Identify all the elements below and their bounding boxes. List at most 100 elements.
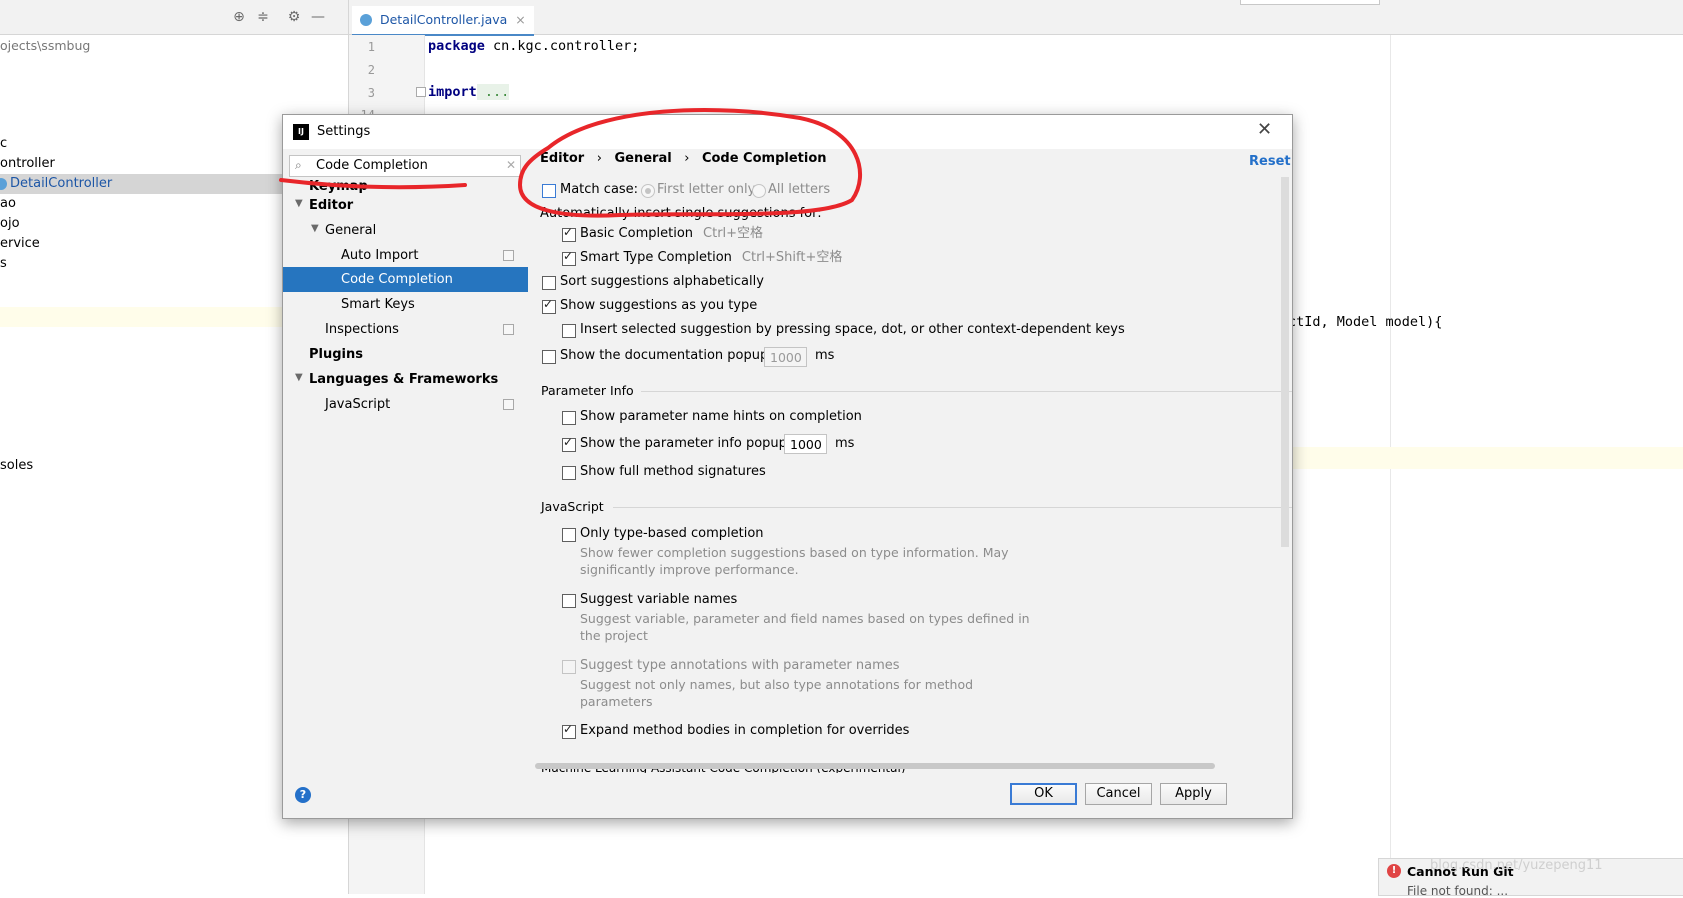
type-based-label: Only type-based completion (580, 526, 764, 541)
ms-label: ms (815, 348, 835, 363)
line-number: 1 (367, 40, 375, 54)
tree-item-smart-keys[interactable]: Smart Keys (341, 292, 415, 317)
show-as-you-type-checkbox[interactable] (542, 297, 556, 314)
notification-text: File not found: ... (1407, 884, 1509, 898)
tree-item-plugins[interactable]: Plugins (309, 342, 363, 367)
code-text: cn.kgc.controller; (484, 38, 640, 54)
code-fragment[interactable]: ctId, Model model){ (1288, 314, 1442, 330)
section-divider (613, 507, 1292, 508)
project-tree-item[interactable]: c (0, 134, 7, 154)
clear-search-icon[interactable]: ✕ (506, 158, 516, 172)
project-tree-item[interactable]: soles (0, 456, 33, 476)
basic-completion-checkbox[interactable] (562, 225, 576, 242)
type-based-description: Show fewer completion suggestions based … (580, 545, 1009, 560)
radio-first-letter[interactable] (641, 184, 655, 198)
full-signatures-label: Show full method signatures (580, 464, 766, 479)
tree-item-general[interactable]: General (325, 218, 376, 243)
breadcrumb-item: Editor (540, 151, 585, 166)
javascript-header: JavaScript (541, 499, 604, 514)
basic-shortcut: Ctrl+空格 (703, 226, 764, 241)
suggest-var-label: Suggest variable names (580, 592, 738, 607)
radio-all-letters[interactable] (752, 184, 766, 198)
ok-button[interactable]: OK (1010, 783, 1077, 805)
match-case-checkbox[interactable] (542, 184, 556, 198)
doc-popup-checkbox[interactable] (542, 350, 556, 364)
expand-bodies-label: Expand method bodies in completion for o… (580, 723, 910, 738)
project-tree-item[interactable]: s (0, 254, 7, 274)
param-popup-delay-input[interactable]: 1000 (784, 434, 827, 454)
horizontal-scrollbar[interactable] (535, 763, 1215, 769)
breadcrumb: Editor › General › Code Completion (540, 151, 827, 166)
sort-alpha-label: Sort suggestions alphabetically (560, 274, 764, 289)
ms-label: ms (835, 436, 855, 451)
editor-tab-bar (349, 0, 1683, 35)
match-case-label: Match case: (560, 182, 639, 197)
radio-first-letter-label: First letter only (657, 182, 756, 197)
settings-dialog: IJ Settings ✕ ⌕ Code Completion ✕ Keymap… (282, 114, 1293, 819)
code-line-1[interactable]: package cn.kgc.controller; (428, 38, 639, 54)
basic-completion-text: Basic Completion (580, 226, 694, 241)
doc-popup-delay-input[interactable]: 1000 (764, 347, 807, 367)
param-popup-checkbox[interactable] (562, 435, 576, 452)
help-icon[interactable]: ? (295, 787, 311, 803)
minimize-icon[interactable]: — (310, 9, 326, 25)
param-popup-label: Show the parameter info popup in (580, 436, 803, 451)
breadcrumb-separator: › (596, 151, 602, 166)
vertical-scrollbar[interactable] (1281, 177, 1289, 547)
reset-link[interactable]: Reset (1249, 154, 1291, 169)
suggest-var-checkbox[interactable] (562, 594, 576, 608)
expand-bodies-checkbox[interactable] (562, 722, 576, 739)
project-tree-item[interactable]: ao (0, 194, 16, 214)
smart-type-checkbox[interactable] (562, 249, 576, 266)
cancel-button[interactable]: Cancel (1085, 783, 1152, 805)
class-icon (0, 178, 7, 190)
project-tree-item-detailcontroller[interactable]: DetailController (0, 174, 112, 194)
collapse-icon[interactable]: ≑ (255, 9, 271, 25)
param-hints-label: Show parameter name hints on completion (580, 409, 862, 424)
chevron-down-icon[interactable]: ▼ (311, 223, 319, 234)
class-icon (360, 14, 372, 26)
tree-item-javascript[interactable]: JavaScript (325, 392, 390, 417)
suggest-var-description: Suggest variable, parameter and field na… (580, 611, 1030, 626)
param-hints-checkbox[interactable] (562, 411, 576, 425)
code-line-3[interactable]: import ... (428, 84, 510, 100)
project-scope-icon (503, 324, 514, 335)
line-number: 3 (367, 86, 375, 100)
settings-tree-panel (283, 149, 528, 769)
section-divider (641, 391, 1292, 392)
basic-completion-label: Basic Completion Ctrl+空格 (580, 226, 763, 242)
tree-item-code-completion[interactable]: Code Completion (283, 267, 528, 292)
close-tab-icon[interactable]: × (515, 12, 525, 27)
smart-type-text: Smart Type Completion (580, 250, 732, 265)
tree-item-editor[interactable]: Editor (309, 193, 353, 218)
doc-popup-label: Show the documentation popup in (560, 348, 785, 363)
project-tree-item[interactable]: ojo (0, 214, 20, 234)
apply-button[interactable]: Apply (1160, 783, 1227, 805)
parameter-info-header: Parameter Info (541, 383, 634, 398)
tree-item-languages[interactable]: Languages & Frameworks (309, 367, 498, 392)
fold-icon[interactable] (416, 87, 426, 97)
type-based-description: significantly improve performance. (580, 562, 799, 577)
project-scope-icon (503, 250, 514, 261)
search-input-value: Code Completion (316, 158, 428, 173)
sort-alpha-checkbox[interactable] (542, 276, 556, 290)
full-signatures-checkbox[interactable] (562, 466, 576, 480)
caret-row-highlight (1292, 447, 1683, 469)
project-tree-item[interactable]: ontroller (0, 154, 55, 174)
project-tree-item[interactable]: ervice (0, 234, 40, 254)
gear-icon[interactable]: ⚙ (286, 9, 302, 25)
tree-item-auto-import[interactable]: Auto Import (341, 243, 418, 268)
locate-icon[interactable]: ⊕ (231, 9, 247, 25)
insert-selected-checkbox[interactable] (562, 324, 576, 338)
tree-item-label: Code Completion (341, 272, 453, 287)
tree-item-inspections[interactable]: Inspections (325, 317, 399, 342)
chevron-down-icon[interactable]: ▼ (295, 198, 303, 209)
type-annotations-description: parameters (580, 694, 653, 709)
chevron-down-icon[interactable]: ▼ (295, 372, 303, 383)
type-based-checkbox[interactable] (562, 528, 576, 542)
editor-tab[interactable]: DetailController.java × (352, 6, 534, 36)
type-annotations-checkbox[interactable] (562, 660, 576, 674)
code-keyword: import (428, 84, 477, 100)
watermark: blog.csdn.net/yuzepeng11 (1430, 858, 1603, 873)
close-icon[interactable]: ✕ (1257, 119, 1272, 140)
